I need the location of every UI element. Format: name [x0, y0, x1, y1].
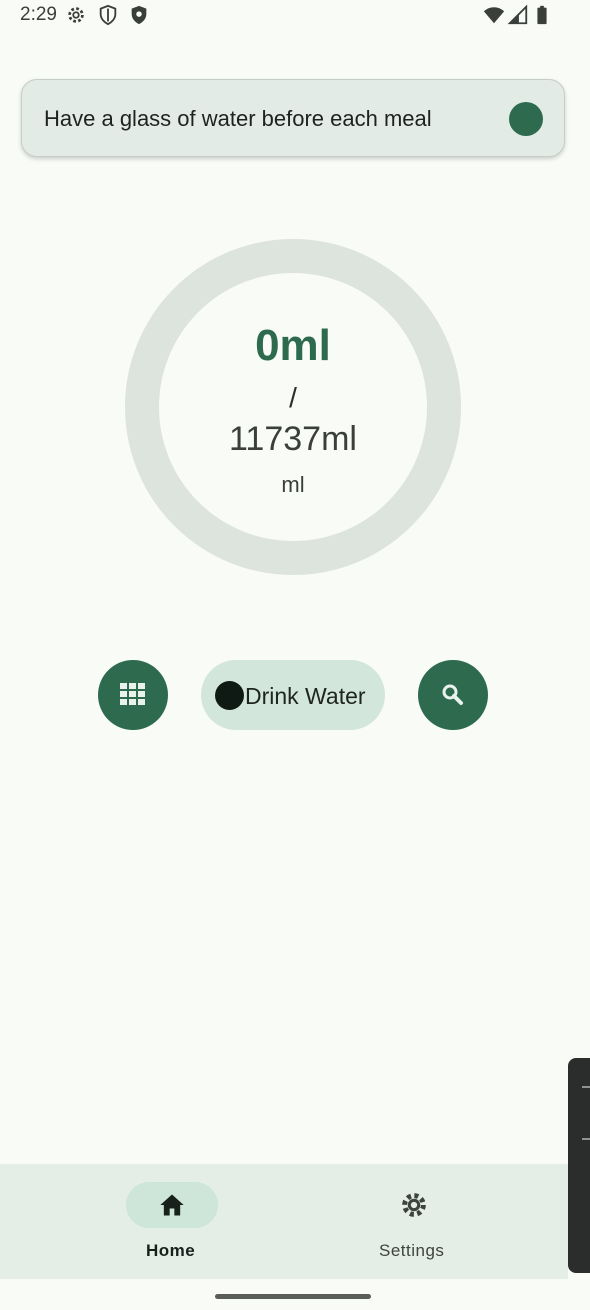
signal-icon — [507, 4, 528, 25]
battery-icon — [537, 5, 547, 25]
gesture-home-bar[interactable] — [215, 1294, 371, 1299]
status-bar: 2:29 — [0, 0, 590, 32]
settings-icon — [402, 1193, 426, 1217]
grid-icon — [120, 683, 145, 705]
shield-outline-icon — [99, 4, 117, 26]
daily-goal: 11737ml — [229, 420, 357, 458]
overlay-line — [582, 1086, 590, 1088]
current-intake: 0ml — [255, 321, 331, 370]
status-time: 2:29 — [20, 4, 57, 25]
settings-icon — [68, 7, 84, 23]
drink-water-label: Drink Water — [245, 683, 366, 709]
water-progress-ring: 0ml / 11737ml ml — [125, 239, 461, 575]
wifi-icon — [483, 7, 505, 24]
overlay-line — [582, 1138, 590, 1140]
home-icon — [160, 1194, 184, 1216]
drink-icon — [215, 681, 244, 710]
nav-label-settings: Settings — [379, 1241, 445, 1260]
intake-unit: ml — [281, 472, 305, 497]
grid-button[interactable] — [98, 660, 168, 730]
tip-text: Have a glass of water before each meal — [44, 106, 432, 131]
tip-indicator — [509, 102, 543, 136]
nav-item-home[interactable]: Home — [0, 1164, 343, 1279]
tip-card[interactable]: Have a glass of water before each meal — [21, 79, 565, 157]
nav-item-settings[interactable]: Settings — [343, 1164, 568, 1279]
side-overlay-handle[interactable] — [568, 1058, 590, 1273]
intake-separator: / — [289, 382, 297, 413]
search-button[interactable] — [418, 660, 488, 730]
drink-water-button[interactable]: Drink Water — [201, 660, 385, 730]
search-icon — [442, 684, 463, 705]
bottom-navigation: Home Settings — [0, 1164, 568, 1279]
nav-label-home: Home — [146, 1241, 196, 1260]
shield-filled-icon — [131, 5, 147, 25]
